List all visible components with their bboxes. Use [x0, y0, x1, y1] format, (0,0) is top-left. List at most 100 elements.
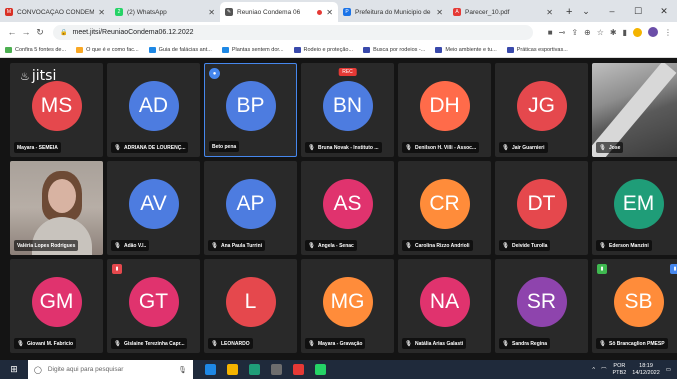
participant-tile[interactable]: CR 🎙 Carolina Rizzo Andrioli — [398, 161, 491, 255]
window-controls: ⌄ – ☐ ✕ — [573, 0, 677, 22]
participant-avatar: CR — [419, 179, 470, 230]
lang2-text: PTB2 — [612, 369, 627, 376]
taskbar-app-icon[interactable] — [293, 364, 304, 375]
share-icon[interactable]: ⇪ — [571, 28, 578, 37]
browser-tab[interactable]: A Parecer_10.pdf ✕ — [448, 2, 558, 22]
bookmark-item[interactable]: O que é e como fac... — [76, 46, 139, 53]
bookmark-item[interactable]: Meio ambiente e tu... — [435, 46, 497, 53]
tab-favicon-icon: 2 — [115, 8, 123, 16]
participant-tile[interactable]: EM 🎙 Ederson Manzini — [592, 161, 677, 255]
mic-icon[interactable]: 🎙 — [178, 366, 187, 374]
participant-name-label: 🎙 ADRIANA DE LOURENÇ... — [111, 142, 189, 153]
participant-name: Jose — [608, 144, 621, 151]
participant-tile[interactable]: AD 🎙 ADRIANA DE LOURENÇ... — [107, 63, 200, 157]
bookmark-item[interactable]: Guia de falácias ant... — [148, 46, 212, 53]
tab-close-icon[interactable]: ✕ — [436, 8, 443, 17]
bookmark-item[interactable]: Confira 5 fontes de... — [5, 46, 66, 53]
bookmark-item[interactable]: Práticas esportivas... — [506, 46, 568, 53]
profile-avatar[interactable] — [648, 27, 658, 37]
participant-tile[interactable]: DT 🎙 Deivide Turolla — [495, 161, 588, 255]
taskbar-app-icon[interactable] — [271, 364, 282, 375]
participant-tile[interactable]: JG 🎙 Jair Guarnieri — [495, 63, 588, 157]
reload-icon[interactable]: ↻ — [33, 27, 47, 38]
url-text: meet.jitsi/ReuniaoCondema06.12.2022 — [72, 28, 194, 36]
bookmark-favicon-icon — [293, 46, 301, 53]
browser-tab[interactable]: ✎ Reuniao Condema 06 ✕ — [220, 2, 338, 22]
browser-tab[interactable]: M CONVOCAÇÃO CONDEMA ✕ — [0, 2, 110, 22]
participant-tile[interactable]: SB ▮ ▮ 🎙 Sô Brancaglion PMESP — [592, 259, 677, 353]
tab-close-icon[interactable]: ✕ — [98, 8, 105, 17]
participant-tile[interactable]: 🎙 Jose — [592, 63, 677, 157]
chevron-down-icon[interactable]: ⌄ — [573, 6, 599, 17]
bookmark-item[interactable]: Plantas sentem dor... — [221, 46, 284, 53]
bookmark-item[interactable]: Busca por rodeios -... — [363, 46, 425, 53]
bookmark-label: Meio ambiente e tu... — [445, 46, 497, 53]
minimize-button[interactable]: – — [599, 6, 625, 16]
network-icon[interactable]: ⌒ — [601, 366, 607, 374]
participant-name: Valéria Lopes Rodrigues — [17, 242, 76, 249]
mic-muted-icon: 🎙 — [308, 242, 315, 249]
participant-tile[interactable]: NA 🎙 Natália Arias Galasti — [398, 259, 491, 353]
participant-tile[interactable]: AS 🎙 Angela - Senac — [301, 161, 394, 255]
tab-close-icon[interactable]: ✕ — [326, 8, 333, 17]
clock[interactable]: 18:19 14/12/2022 — [632, 363, 660, 377]
tab-close-icon[interactable]: ✕ — [546, 8, 553, 17]
mic-muted-icon: 🎙 — [405, 242, 412, 249]
star-icon[interactable]: ☆ — [597, 28, 604, 37]
mic-muted-icon: 🎙 — [114, 340, 121, 347]
tab-title: (2) WhatsApp — [127, 8, 167, 16]
participant-tile[interactable]: MG 🎙 Mayara - Gravação — [301, 259, 394, 353]
date-text: 14/12/2022 — [632, 369, 660, 376]
camera-icon[interactable]: ■ — [548, 28, 553, 37]
participant-name-label: 🎙 Natália Arias Galasti — [402, 338, 467, 349]
taskbar-app-icon[interactable] — [227, 364, 238, 375]
participant-tile[interactable]: L 🎙 LEONARDO — [204, 259, 297, 353]
participant-tile[interactable]: DH 🎙 Denilson H. Villi - Assoc... — [398, 63, 491, 157]
participant-tile[interactable]: GM 🎙 Giovani M. Fabricio — [10, 259, 103, 353]
tray-chevron-icon[interactable]: ^ — [592, 367, 595, 373]
participant-tile[interactable]: AP 🎙 Ana Paula Turrini — [204, 161, 297, 255]
forward-icon[interactable]: → — [19, 27, 33, 37]
close-button[interactable]: ✕ — [651, 6, 677, 17]
status-indicator-icon: ▮ — [597, 264, 607, 274]
jitsi-logo: ♨ jitsi — [20, 68, 56, 84]
bookmark-item[interactable]: Rodeio e proteção... — [293, 46, 353, 53]
menu-icon[interactable]: ⋮ — [664, 28, 672, 37]
maximize-button[interactable]: ☐ — [625, 6, 651, 17]
taskbar-app-icon[interactable] — [249, 364, 260, 375]
tab-strip: M CONVOCAÇÃO CONDEMA ✕ 2 (2) WhatsApp ✕ ✎ Reuni… — [0, 0, 677, 22]
participant-name-label: 🎙 Sandra Regina — [499, 338, 550, 349]
notification-icon[interactable]: ▭ — [666, 367, 671, 373]
participant-name-label: 🎙 Ana Paula Turrini — [208, 240, 266, 251]
taskbar-search-input[interactable]: ◯ Digite aqui para pesquisar 🎙 — [28, 360, 193, 379]
participant-tile[interactable]: BP ● Beto pena — [204, 63, 297, 157]
browser-tab[interactable]: P Prefeitura do Municipio de ✕ — [338, 2, 448, 22]
zoom-icon[interactable]: ⊕ — [584, 28, 591, 37]
participant-tile[interactable]: SR 🎙 Sandra Regina — [495, 259, 588, 353]
participant-name: Giovani M. Fabricio — [26, 340, 74, 347]
back-icon[interactable]: ← — [5, 27, 19, 37]
sidebar-icon[interactable]: ▮ — [623, 28, 627, 37]
taskbar-app-icon[interactable] — [315, 364, 326, 375]
participant-name-label: 🎙 Denilson H. Villi - Assoc... — [402, 142, 480, 153]
extension-icon[interactable] — [633, 27, 642, 37]
status-indicator-icon: ▮ — [112, 264, 122, 274]
taskbar-app-icon[interactable] — [205, 364, 216, 375]
lang-indicator[interactable]: POR PTB2 — [613, 363, 627, 377]
participant-name-label: 🎙 Carolina Rizzo Andrioli — [402, 240, 473, 251]
bookmark-label: Práticas esportivas... — [516, 46, 568, 53]
participant-avatar: NA — [419, 277, 470, 328]
participant-tile[interactable]: Valéria Lopes Rodrigues — [10, 161, 103, 255]
dominant-speaker-icon: ● — [209, 68, 220, 79]
extensions-icon[interactable]: ✱ — [610, 28, 617, 37]
participant-tile[interactable]: AV 🎙 Adão V.l.. — [107, 161, 200, 255]
participant-tile[interactable]: GT ▮ 🎙 Gislaine Terezinha Capr... — [107, 259, 200, 353]
url-input[interactable]: 🔒 meet.jitsi/ReuniaoCondema06.12.2022 — [53, 24, 533, 40]
mic-muted-icon: 🎙 — [308, 340, 315, 347]
windows-start-icon[interactable]: ⊞ — [0, 364, 28, 375]
tab-close-icon[interactable]: ✕ — [208, 8, 215, 17]
key-icon[interactable]: ⊸ — [559, 28, 566, 37]
browser-tab[interactable]: 2 (2) WhatsApp ✕ — [110, 2, 220, 22]
participant-tile[interactable]: BN REC 🎙 Bruna Novak - Instituto ... — [301, 63, 394, 157]
lock-icon[interactable]: 🔒 — [60, 29, 67, 36]
